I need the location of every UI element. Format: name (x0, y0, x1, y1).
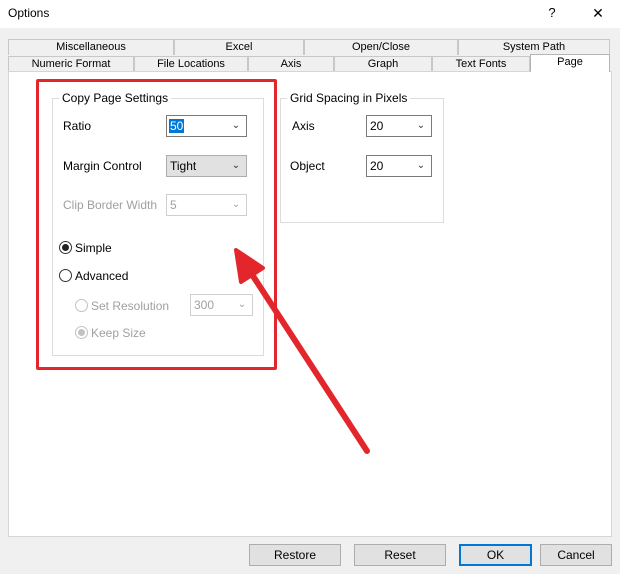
tab-row-bottom: Numeric Format File Locations Axis Graph… (8, 54, 612, 72)
restore-button[interactable]: Restore (249, 544, 341, 566)
tab-excel[interactable]: Excel (174, 39, 304, 55)
tab-axis[interactable]: Axis (248, 56, 334, 72)
tab-numeric-format[interactable]: Numeric Format (8, 56, 134, 72)
chevron-down-icon: ⌄ (416, 160, 426, 171)
reset-button[interactable]: Reset (354, 544, 446, 566)
chevron-down-icon: ⌄ (416, 120, 426, 131)
grid-spacing-legend: Grid Spacing in Pixels (287, 91, 411, 105)
grid-axis-value: 20 (370, 119, 384, 133)
tab-page[interactable]: Page (530, 54, 610, 72)
tab-system-path[interactable]: System Path (458, 39, 610, 55)
tab-text-fonts[interactable]: Text Fonts (432, 56, 530, 72)
tab-graph[interactable]: Graph (334, 56, 432, 72)
help-button[interactable]: ? (538, 2, 566, 24)
title-bar: Options ? ✕ (0, 0, 620, 28)
tab-open-close[interactable]: Open/Close (304, 39, 458, 55)
cancel-button[interactable]: Cancel (540, 544, 612, 566)
ok-button[interactable]: OK (459, 544, 532, 566)
grid-object-select[interactable]: 20 ⌄ (366, 155, 432, 177)
close-button[interactable]: ✕ (584, 2, 612, 24)
tab-miscellaneous[interactable]: Miscellaneous (8, 39, 174, 55)
grid-axis-label: Axis (292, 119, 315, 133)
grid-object-label: Object (290, 159, 325, 173)
grid-object-value: 20 (370, 159, 384, 173)
window-title: Options (8, 6, 50, 20)
grid-axis-select[interactable]: 20 ⌄ (366, 115, 432, 137)
tab-row-top: Miscellaneous Excel Open/Close System Pa… (8, 39, 612, 55)
tab-file-locations[interactable]: File Locations (134, 56, 248, 72)
annotation-highlight-box (36, 79, 277, 370)
